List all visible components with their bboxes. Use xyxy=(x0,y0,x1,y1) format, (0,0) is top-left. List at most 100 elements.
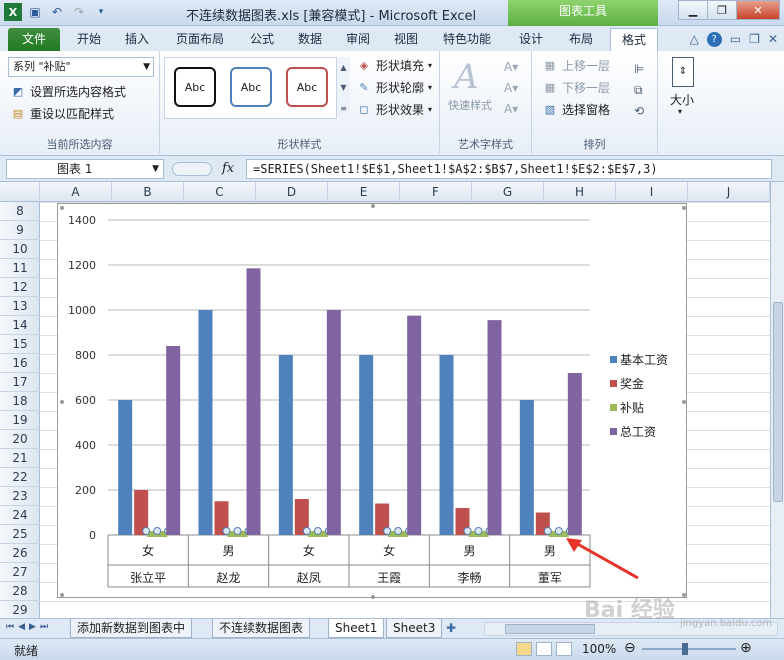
tab-file[interactable]: 文件 xyxy=(8,28,60,51)
group-icon[interactable]: ⧉ xyxy=(634,80,644,101)
column-header[interactable]: A xyxy=(40,182,112,202)
tab-review[interactable]: 审阅 xyxy=(336,28,380,51)
zoom-slider[interactable] xyxy=(642,643,736,655)
text-effects-icon[interactable]: A▾ xyxy=(504,99,518,120)
gallery-up-icon[interactable]: ▲ xyxy=(340,63,346,72)
page-break-view-icon[interactable] xyxy=(556,642,572,656)
align-icon[interactable]: ⊫ xyxy=(634,59,644,80)
row-header[interactable]: 9 xyxy=(0,221,40,240)
tab-special-features[interactable]: 特色功能 xyxy=(432,28,502,51)
sheet-tab-discontinuous-chart[interactable]: 不连续数据图表 xyxy=(212,619,311,638)
column-header[interactable]: D xyxy=(256,182,328,202)
row-header[interactable]: 13 xyxy=(0,297,40,316)
normal-view-icon[interactable] xyxy=(516,642,532,656)
column-header[interactable]: B xyxy=(112,182,184,202)
bring-forward-button[interactable]: ▦ 上移一层 xyxy=(542,57,610,74)
horizontal-scroll-thumb[interactable] xyxy=(505,624,595,634)
shape-style-thumb-2[interactable]: Abc xyxy=(230,67,272,107)
shape-effects-button[interactable]: ◻ 形状效果 ▾ xyxy=(356,101,432,118)
tab-page-layout[interactable]: 页面布局 xyxy=(164,28,236,51)
tab-design[interactable]: 设计 xyxy=(508,28,554,51)
workbook-restore-icon[interactable]: ❐ xyxy=(749,32,760,47)
reset-to-match-style-button[interactable]: ▤ 重设以匹配样式 xyxy=(10,105,114,122)
row-header[interactable]: 14 xyxy=(0,316,40,335)
first-sheet-icon[interactable]: ⏮ xyxy=(6,622,14,632)
row-header[interactable]: 10 xyxy=(0,240,40,259)
row-header[interactable]: 15 xyxy=(0,335,40,354)
format-selection-button[interactable]: ◩ 设置所选内容格式 xyxy=(10,83,126,100)
zoom-level[interactable]: 100% xyxy=(582,642,616,656)
column-header[interactable]: F xyxy=(400,182,472,202)
vertical-scrollbar[interactable] xyxy=(770,182,784,618)
sheet-tab-sheet1[interactable]: Sheet1 xyxy=(328,619,385,638)
tab-home[interactable]: 开始 xyxy=(66,28,112,51)
column-header[interactable]: J xyxy=(688,182,770,202)
gallery-scroll[interactable]: ▲ ▼ ≡ xyxy=(336,57,350,119)
text-outline-icon[interactable]: A▾ xyxy=(504,78,518,99)
send-backward-button[interactable]: ▦ 下移一层 xyxy=(542,79,610,96)
insert-sheet-icon[interactable]: ✚ xyxy=(446,621,456,635)
excel-logo-icon[interactable]: X xyxy=(4,3,22,21)
quick-styles-button[interactable]: 快速样式 xyxy=(448,97,492,113)
workbook-minimize-icon[interactable]: ▭ xyxy=(730,32,741,47)
row-header[interactable]: 28 xyxy=(0,582,40,601)
column-header[interactable]: E xyxy=(328,182,400,202)
name-box[interactable]: 图表 1 ▼ xyxy=(6,159,164,179)
last-sheet-icon[interactable]: ⏭ xyxy=(40,622,48,632)
sheet-tab-sheet3[interactable]: Sheet3 xyxy=(386,619,443,638)
tab-formulas[interactable]: 公式 xyxy=(240,28,284,51)
tab-format[interactable]: 格式 xyxy=(610,28,658,51)
shape-style-thumb-3[interactable]: Abc xyxy=(286,67,328,107)
row-header[interactable]: 22 xyxy=(0,468,40,487)
tab-data[interactable]: 数据 xyxy=(288,28,332,51)
row-header[interactable]: 16 xyxy=(0,354,40,373)
row-header[interactable]: 24 xyxy=(0,506,40,525)
formula-bar-expand-handle[interactable] xyxy=(172,162,212,176)
rotate-icon[interactable]: ⟲ xyxy=(634,101,644,122)
row-header[interactable]: 18 xyxy=(0,392,40,411)
gallery-down-icon[interactable]: ▼ xyxy=(340,83,346,92)
zoom-out-icon[interactable]: ⊖ xyxy=(624,640,636,656)
formula-input[interactable]: =SERIES(Sheet1!$E$1,Sheet1!$A$2:$B$7,She… xyxy=(246,159,772,179)
zoom-in-icon[interactable]: ⊕ xyxy=(740,640,752,656)
select-all-corner[interactable] xyxy=(0,182,40,202)
shape-fill-button[interactable]: ◈ 形状填充 ▾ xyxy=(356,57,432,74)
size-icon[interactable]: ⇕ xyxy=(672,57,694,87)
zoom-slider-knob[interactable] xyxy=(682,643,688,655)
save-icon[interactable]: ▣ xyxy=(26,3,44,21)
redo-icon[interactable]: ↷ xyxy=(70,3,88,21)
row-header[interactable]: 19 xyxy=(0,411,40,430)
prev-sheet-icon[interactable]: ◀ xyxy=(18,622,25,632)
tab-insert[interactable]: 插入 xyxy=(114,28,160,51)
column-header[interactable]: I xyxy=(616,182,688,202)
row-header[interactable]: 12 xyxy=(0,278,40,297)
column-header[interactable]: C xyxy=(184,182,256,202)
row-header[interactable]: 25 xyxy=(0,525,40,544)
wordart-a-icon[interactable]: A xyxy=(454,57,479,97)
undo-icon[interactable]: ↶ xyxy=(48,3,66,21)
chevron-down-icon[interactable]: ▾ xyxy=(678,107,682,116)
fx-icon[interactable]: fx xyxy=(222,161,234,176)
row-header[interactable]: 27 xyxy=(0,563,40,582)
shape-outline-button[interactable]: ✎ 形状轮廓 ▾ xyxy=(356,79,432,96)
row-header[interactable]: 21 xyxy=(0,449,40,468)
row-header[interactable]: 11 xyxy=(0,259,40,278)
next-sheet-icon[interactable]: ▶ xyxy=(29,622,36,632)
minimize-icon[interactable]: ▁ xyxy=(678,0,708,20)
row-header[interactable]: 23 xyxy=(0,487,40,506)
size-button-label[interactable]: 大小 xyxy=(670,91,694,108)
row-header[interactable]: 26 xyxy=(0,544,40,563)
vertical-scroll-thumb[interactable] xyxy=(773,302,783,502)
row-header[interactable]: 20 xyxy=(0,430,40,449)
text-fill-icon[interactable]: A▾ xyxy=(504,57,518,78)
sheet-tab-add-data[interactable]: 添加新数据到图表中 xyxy=(70,619,193,638)
column-header[interactable]: G xyxy=(472,182,544,202)
restore-icon[interactable]: ❐ xyxy=(707,0,737,20)
workbook-close-icon[interactable]: ✕ xyxy=(768,32,778,47)
customize-qat-icon[interactable]: ▾ xyxy=(92,3,110,21)
chart-elements-dropdown[interactable]: 系列 "补贴" ▼ xyxy=(8,57,154,77)
page-layout-view-icon[interactable] xyxy=(536,642,552,656)
row-header[interactable]: 8 xyxy=(0,202,40,221)
selection-pane-button[interactable]: ▧ 选择窗格 xyxy=(542,101,610,118)
gallery-more-icon[interactable]: ≡ xyxy=(340,104,347,113)
